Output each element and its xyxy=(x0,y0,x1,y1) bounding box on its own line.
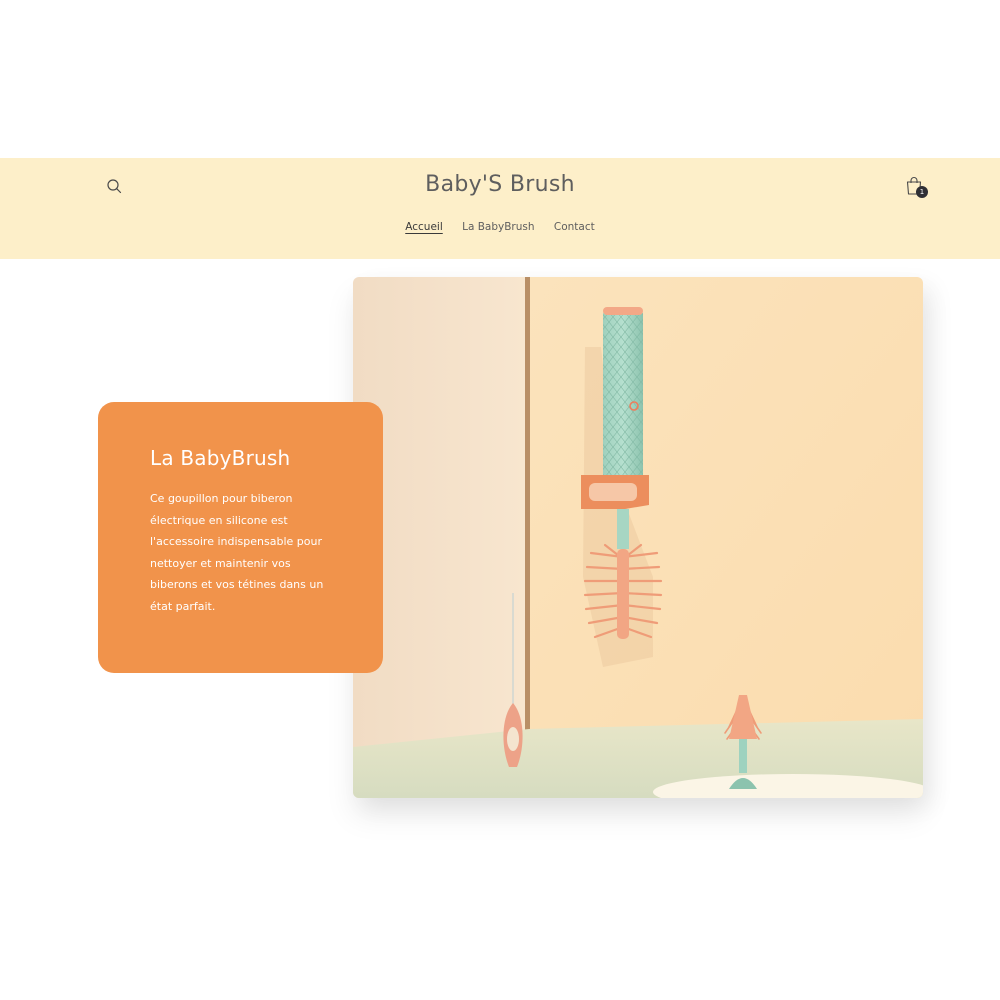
brand-name: Baby'S Brush xyxy=(425,172,575,197)
nav-item-contact[interactable]: Contact xyxy=(554,221,595,233)
hero-text-card: La BabyBrush Ce goupillon pour biberon é… xyxy=(98,402,383,673)
hero-product-image xyxy=(353,277,923,798)
nav-item-accueil[interactable]: Accueil xyxy=(405,221,443,233)
cart-count-badge: 1 xyxy=(916,186,928,198)
cart-button[interactable]: 1 xyxy=(904,175,930,199)
main-nav: Accueil La BabyBrush Contact xyxy=(0,221,1000,233)
site-header: Baby'S Brush Accueil La BabyBrush Contac… xyxy=(0,158,1000,259)
hero-description: Ce goupillon pour biberon électrique en … xyxy=(150,492,324,613)
site-logo[interactable]: Baby'S Brush xyxy=(0,172,1000,197)
nav-item-la-babybrush[interactable]: La BabyBrush xyxy=(462,221,534,233)
hero-title: La BabyBrush xyxy=(150,446,291,470)
page: Baby'S Brush Accueil La BabyBrush Contac… xyxy=(0,0,1000,1000)
